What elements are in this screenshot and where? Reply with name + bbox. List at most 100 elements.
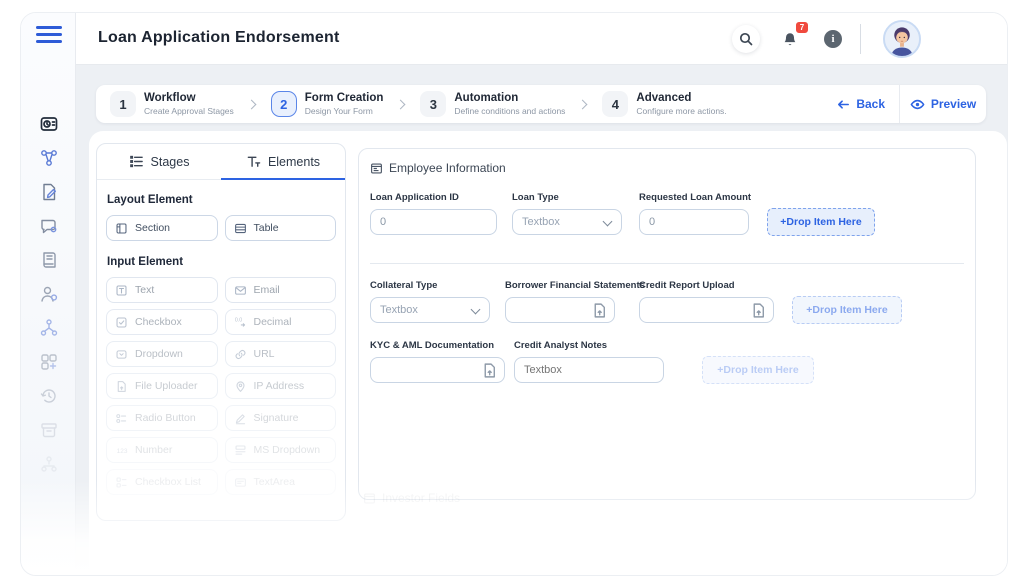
field-label: Requested Loan Amount [639, 192, 752, 203]
search-button[interactable] [732, 25, 760, 53]
ms-dropdown-icon [235, 445, 245, 455]
step-number: 1 [110, 91, 136, 117]
archive-icon[interactable] [38, 419, 59, 440]
element-text[interactable]: Text [106, 277, 218, 303]
file-upload-icon [753, 303, 764, 318]
hamburger-menu-icon[interactable] [36, 23, 62, 45]
step-subtitle: Design Your Form [304, 105, 373, 116]
workflow-stepper: 1 Workflow Create Approval Stages 2 Form… [96, 85, 986, 123]
info-button[interactable]: i [824, 30, 842, 48]
user-avatar[interactable] [883, 20, 921, 58]
element-email[interactable]: Email [224, 277, 336, 303]
elements-panel: Stages Elements Layout Element Section T… [96, 143, 346, 521]
element-label: Checkbox List [135, 476, 201, 488]
elements-icon [247, 156, 261, 167]
element-section[interactable]: Section [106, 215, 218, 241]
element-number[interactable]: 123 Number [106, 437, 218, 463]
top-header: Loan Application Endorsement 7 i [76, 13, 1007, 65]
records-book-icon[interactable] [38, 249, 59, 270]
file-upload-icon [484, 363, 495, 378]
element-checkbox[interactable]: Checkbox [106, 309, 218, 335]
select-value: Textbox [522, 216, 560, 228]
drop-zone-3[interactable]: +Drop Item Here [702, 356, 814, 384]
element-dropdown[interactable]: Dropdown [106, 341, 218, 367]
chevron-right-icon [395, 99, 406, 109]
eye-icon [910, 99, 925, 109]
email-icon [234, 285, 246, 295]
workflow-nodes-icon[interactable] [38, 317, 59, 338]
notifications-button[interactable]: 7 [776, 21, 809, 53]
bell-icon [784, 33, 796, 46]
header-divider [860, 24, 861, 54]
notification-badge: 7 [795, 21, 809, 34]
element-table[interactable]: Table [224, 215, 336, 241]
layout-element-heading: Layout Element [107, 194, 193, 206]
ip-address-icon [235, 380, 245, 392]
step-title: Automation [454, 92, 519, 105]
step-workflow[interactable]: 1 Workflow Create Approval Stages [110, 91, 234, 117]
tab-label: Stages [150, 154, 190, 169]
drop-zone-2[interactable]: +Drop Item Here [792, 296, 902, 324]
requested-loan-amount-input[interactable] [639, 209, 749, 235]
loan-type-select[interactable]: Textbox [512, 209, 622, 235]
step-advanced[interactable]: 4 Advanced Configure more actions. [602, 91, 727, 117]
collateral-type-select[interactable]: Textbox [370, 297, 490, 323]
tab-stages[interactable]: Stages [97, 144, 221, 179]
element-label: Table [253, 222, 279, 234]
approval-flow-icon[interactable] [38, 147, 59, 168]
search-icon [739, 32, 753, 46]
stages-icon [129, 155, 143, 168]
org-chart-icon[interactable] [38, 453, 59, 474]
preview-button[interactable]: Preview [900, 85, 986, 123]
signature-icon [235, 413, 245, 424]
loan-application-id-input[interactable] [370, 209, 497, 235]
decimal-icon: 0.0 [234, 317, 245, 327]
step-subtitle: Define conditions and actions [454, 105, 566, 116]
history-icon[interactable] [38, 385, 59, 406]
element-signature[interactable]: Signature [224, 405, 336, 431]
integrations-icon[interactable] [38, 351, 59, 372]
step-number: 2 [270, 91, 297, 117]
borrower-financial-statements-upload[interactable] [505, 297, 615, 323]
field-label: Collateral Type [370, 280, 438, 291]
form-canvas: Employee Information Loan Application ID… [358, 148, 976, 500]
kyc-aml-documentation-upload[interactable] [370, 357, 505, 383]
field-label: Credit Analyst Notes [514, 340, 608, 351]
form-section-title: Employee Information [389, 161, 506, 175]
element-radio-button[interactable]: Radio Button [106, 405, 218, 431]
tab-elements[interactable]: Elements [221, 144, 345, 180]
step-title: Form Creation [304, 92, 384, 105]
time-tracking-icon[interactable] [38, 113, 59, 134]
back-button[interactable]: Back [836, 97, 885, 112]
element-label: MS Dropdown [253, 444, 321, 456]
form-builder-icon[interactable] [38, 181, 59, 202]
step-number: 3 [420, 91, 447, 117]
element-label: Checkbox [135, 316, 182, 328]
step-automation[interactable]: 3 Automation Define conditions and actio… [420, 91, 565, 117]
credit-report-upload[interactable] [639, 297, 774, 323]
chat-settings-icon[interactable] [38, 215, 59, 236]
element-url[interactable]: URL [224, 341, 336, 367]
user-roles-icon[interactable] [38, 283, 59, 304]
element-label: Signature [253, 412, 299, 424]
element-label: URL [253, 348, 275, 360]
section-icon [116, 223, 127, 233]
element-file-uploader[interactable]: File Uploader [106, 373, 218, 399]
avatar-illustration [885, 22, 919, 56]
faded-next-section: Investor Fields [363, 491, 460, 505]
field-label: Borrower Financial Statements [505, 280, 645, 291]
app-window: Loan Application Endorsement 7 i 1 Workf… [20, 12, 1008, 576]
element-label: Email [253, 284, 280, 296]
text-icon [116, 285, 127, 295]
element-decimal[interactable]: 0.0 Decimal [224, 309, 336, 335]
element-ms-dropdown[interactable]: MS Dropdown [224, 437, 336, 463]
step-form-creation[interactable]: 2 Form Creation Design Your Form [270, 91, 384, 117]
radio-button-icon [116, 413, 127, 423]
credit-analyst-notes-input[interactable] [514, 357, 664, 383]
drop-zone-1[interactable]: +Drop Item Here [767, 208, 875, 236]
element-textarea[interactable]: TextArea [224, 469, 336, 495]
dropdown-icon [116, 349, 127, 359]
checkbox-list-icon [116, 477, 127, 487]
element-checkbox-list[interactable]: Checkbox List [106, 469, 218, 495]
element-ip-address[interactable]: IP Address [224, 373, 336, 399]
